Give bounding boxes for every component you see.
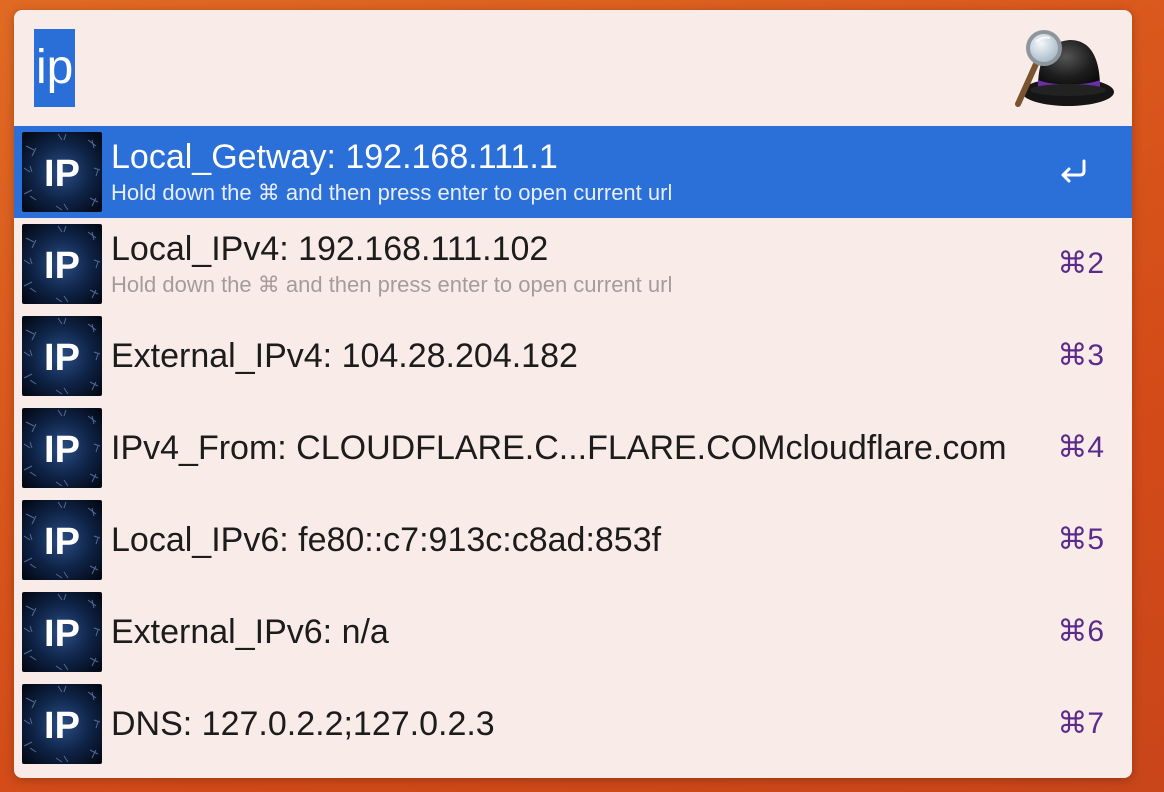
ip-icon-label: IP xyxy=(44,705,80,747)
results-list: IP Local_Getway: 192.168.111.1 Hold down… xyxy=(14,126,1132,770)
result-text: DNS: 127.0.2.2;127.0.2.3 xyxy=(111,678,1032,770)
alfred-hat-icon xyxy=(1015,30,1114,107)
ip-icon: IP xyxy=(22,408,102,488)
search-query-text[interactable]: ip xyxy=(34,29,76,107)
ip-icon-label: IP xyxy=(44,613,80,655)
result-subtitle: Hold down the ⌘ and then press enter to … xyxy=(111,180,673,205)
return-key-icon xyxy=(1061,159,1086,183)
ip-icon-label: IP xyxy=(44,429,80,471)
result-text: IPv4_From: CLOUDFLARE.C...FLARE.COMcloud… xyxy=(111,402,1032,494)
result-shortcut: ⌘2 xyxy=(1057,247,1104,280)
result-row-7[interactable]: IP DNS: 127.0.2.2;127.0.2.3 ⌘7 xyxy=(14,678,1132,770)
ip-icon-label: IP xyxy=(44,245,80,287)
result-row-2[interactable]: IP Local_IPv4: 192.168.111.102 Hold down… xyxy=(14,218,1132,310)
result-title: Local_Getway: 192.168.111.1 xyxy=(111,138,558,176)
result-shortcut: ⌘3 xyxy=(1057,339,1104,372)
result-text: Local_Getway: 192.168.111.1 Hold down th… xyxy=(111,126,1032,218)
ip-icon-label: IP xyxy=(44,337,80,379)
result-row-4[interactable]: IP IPv4_From: CLOUDFLARE.C...FLARE.COMcl… xyxy=(14,402,1132,494)
ip-icon: IP xyxy=(22,684,102,764)
result-title: Local_IPv4: 192.168.111.102 xyxy=(111,230,549,268)
result-title: External_IPv6: n/a xyxy=(111,613,389,651)
result-text: External_IPv6: n/a xyxy=(111,586,1032,678)
ip-icon: IP xyxy=(22,224,102,304)
result-text: External_IPv4: 104.28.204.182 xyxy=(111,310,1032,402)
search-input[interactable]: ip xyxy=(34,28,76,108)
result-row-1[interactable]: IP Local_Getway: 192.168.111.1 Hold down… xyxy=(14,126,1132,218)
ip-icon-label: IP xyxy=(44,521,80,563)
result-shortcut: ⌘6 xyxy=(1057,615,1104,648)
result-text: Local_IPv6: fe80::c7:913c:c8ad:853f xyxy=(111,494,1032,586)
result-row-5[interactable]: IP Local_IPv6: fe80::c7:913c:c8ad:853f ⌘… xyxy=(14,494,1132,586)
result-title: DNS: 127.0.2.2;127.0.2.3 xyxy=(111,705,495,743)
result-title: Local_IPv6: fe80::c7:913c:c8ad:853f xyxy=(111,521,662,559)
result-subtitle: Hold down the ⌘ and then press enter to … xyxy=(111,272,673,297)
result-row-6[interactable]: IP External_IPv6: n/a ⌘6 xyxy=(14,586,1132,678)
result-row-3[interactable]: IP External_IPv4: 104.28.204.182 ⌘3 xyxy=(14,310,1132,402)
ip-icon: IP xyxy=(22,592,102,672)
result-text: Local_IPv4: 192.168.111.102 Hold down th… xyxy=(111,218,1032,310)
result-title: IPv4_From: CLOUDFLARE.C...FLARE.COMcloud… xyxy=(111,429,1007,467)
result-shortcut: ⌘7 xyxy=(1057,707,1104,740)
ip-icon: IP xyxy=(22,132,102,212)
ip-icon: IP xyxy=(22,316,102,396)
ip-icon: IP xyxy=(22,500,102,580)
result-shortcut: ⌘4 xyxy=(1057,431,1104,464)
ip-icon-label: IP xyxy=(44,153,80,195)
alfred-window: ip IP Local_Getway: 192.168.111.1 Hold d… xyxy=(14,10,1132,778)
result-title: External_IPv4: 104.28.204.182 xyxy=(111,337,578,375)
result-shortcut: ⌘5 xyxy=(1057,523,1104,556)
search-bar[interactable]: ip xyxy=(14,10,1132,126)
